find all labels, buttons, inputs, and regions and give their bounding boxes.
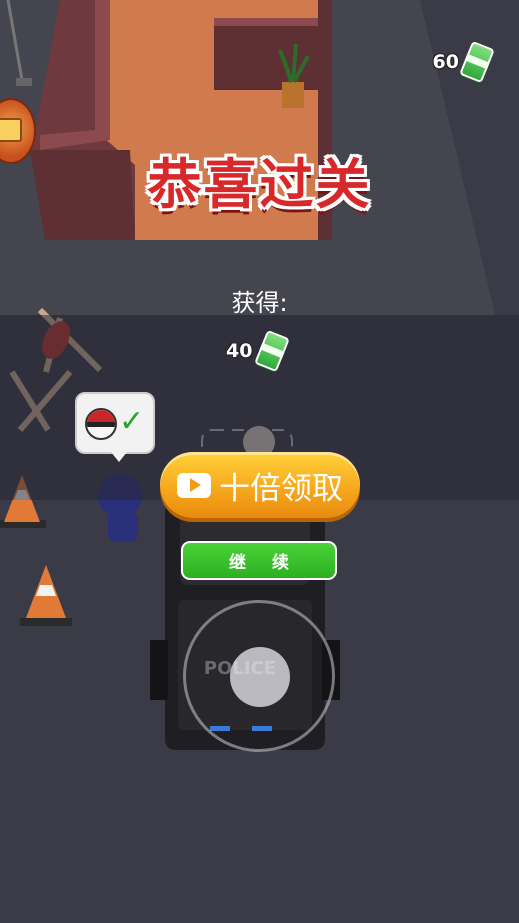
checkmark-icon: ✓ (119, 404, 145, 439)
thief-caught-bubble: ✓ (75, 392, 155, 462)
currency-count: 60 (432, 51, 459, 73)
continue-label: 继续 (183, 543, 335, 578)
reward-label: 获得: (231, 289, 288, 317)
ten-times-claim-button[interactable]: 十倍领取 (160, 452, 360, 518)
level-complete-title: 恭喜过关 (147, 153, 372, 216)
reward-amount-row: 40 (226, 329, 291, 373)
hud-currency: 60 (432, 40, 495, 84)
thief-face-icon (85, 408, 117, 440)
joystick-knob[interactable] (230, 647, 290, 707)
treasure-chest-icon (0, 118, 22, 142)
continue-button[interactable]: 继续 (181, 541, 337, 580)
virtual-joystick[interactable] (183, 600, 335, 752)
reward-amount: 40 (226, 340, 253, 362)
ten-times-claim-label: 十倍领取 (219, 470, 343, 507)
video-play-icon (177, 472, 211, 498)
